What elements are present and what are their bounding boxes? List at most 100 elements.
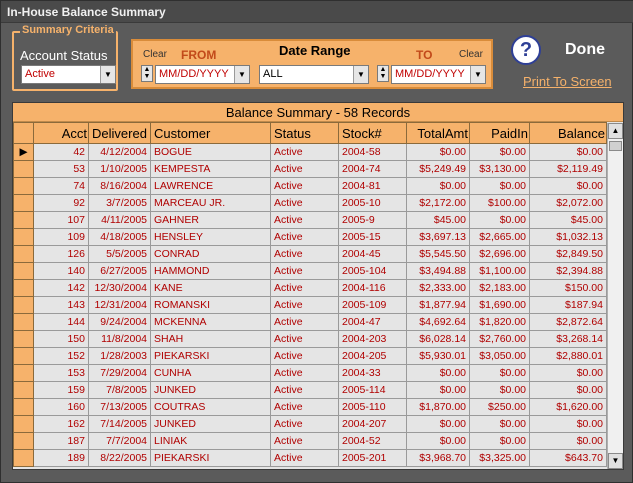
column-header-acct[interactable]: Acct [33, 122, 89, 144]
table-row[interactable]: 159 7/8/2005 JUNKED Active 2005-114 $0.00 $0.0… [13, 381, 607, 399]
to-date-input[interactable]: MM/DD/YYYY ▼ [391, 65, 486, 84]
print-to-screen-link[interactable]: Print To Screen [523, 74, 612, 89]
table-row[interactable]: 107 4/11/2005 GAHNER Active 2005-9 $45.00 $0.0… [13, 211, 607, 229]
table-cell[interactable]: Active [270, 296, 339, 314]
table-cell[interactable]: 2005-114 [338, 381, 407, 399]
table-cell[interactable]: $2,119.49 [529, 160, 607, 178]
row-selector[interactable] [13, 262, 34, 280]
table-cell[interactable]: Active [270, 194, 339, 212]
row-selector[interactable] [13, 177, 34, 195]
table-cell[interactable]: Active [270, 245, 339, 263]
table-cell[interactable]: Active [270, 160, 339, 178]
row-selector[interactable] [13, 432, 34, 450]
clear-from-button[interactable]: Clear [143, 49, 167, 60]
table-cell[interactable]: 2004-52 [338, 432, 407, 450]
table-cell[interactable]: 152 [33, 347, 89, 365]
table-cell[interactable]: 2004-203 [338, 330, 407, 348]
from-date-input[interactable]: MM/DD/YYYY ▼ [155, 65, 250, 84]
table-cell[interactable]: 6/27/2005 [88, 262, 151, 280]
chevron-down-icon[interactable]: ▼ [470, 66, 485, 83]
table-cell[interactable]: CONRAD [150, 245, 271, 263]
table-cell[interactable]: $5,930.01 [406, 347, 470, 365]
table-cell[interactable]: KANE [150, 279, 271, 297]
table-row[interactable]: 74 8/16/2004 LAWRENCE Active 2004-81 $0.00 $0.… [13, 177, 607, 195]
table-cell[interactable]: $1,690.00 [469, 296, 530, 314]
table-cell[interactable]: $1,877.94 [406, 296, 470, 314]
table-cell[interactable]: 2004-47 [338, 313, 407, 331]
table-cell[interactable]: $0.00 [529, 381, 607, 399]
chevron-down-icon[interactable]: ▼ [353, 66, 368, 83]
table-cell[interactable]: HAMMOND [150, 262, 271, 280]
table-cell[interactable]: $5,545.50 [406, 245, 470, 263]
table-cell[interactable]: Active [270, 398, 339, 416]
table-row[interactable]: 152 1/28/2003 PIEKARSKI Active 2004-205 $5,93… [13, 347, 607, 365]
table-cell[interactable]: $0.00 [406, 432, 470, 450]
table-cell[interactable]: 7/13/2005 [88, 398, 151, 416]
table-cell[interactable]: $2,760.00 [469, 330, 530, 348]
table-cell[interactable]: $3,268.14 [529, 330, 607, 348]
table-cell[interactable]: Active [270, 415, 339, 433]
table-cell[interactable]: $1,870.00 [406, 398, 470, 416]
table-cell[interactable]: Active [270, 177, 339, 195]
column-header-totalamt[interactable]: TotalAmt [406, 122, 470, 144]
table-cell[interactable]: 107 [33, 211, 89, 229]
table-cell[interactable]: 2004-74 [338, 160, 407, 178]
row-selector[interactable] [13, 415, 34, 433]
table-cell[interactable]: Active [270, 143, 339, 161]
table-cell[interactable]: 7/7/2004 [88, 432, 151, 450]
table-cell[interactable]: 142 [33, 279, 89, 297]
table-cell[interactable]: Active [270, 347, 339, 365]
table-row[interactable]: 189 8/22/2005 PIEKARSKI Active 2005-201 $3,96… [13, 449, 607, 467]
table-cell[interactable]: Active [270, 262, 339, 280]
table-cell[interactable]: $0.00 [469, 415, 530, 433]
table-cell[interactable]: CUNHA [150, 364, 271, 382]
table-cell[interactable]: COUTRAS [150, 398, 271, 416]
chevron-down-icon[interactable]: ▼ [100, 66, 115, 83]
row-selector[interactable] [13, 398, 34, 416]
table-cell[interactable]: 162 [33, 415, 89, 433]
table-row[interactable]: 142 12/30/2004 KANE Active 2004-116 $2,333.00… [13, 279, 607, 297]
column-header-status[interactable]: Status [270, 122, 339, 144]
table-cell[interactable]: 42 [33, 143, 89, 161]
table-cell[interactable]: $2,394.88 [529, 262, 607, 280]
table-cell[interactable]: 189 [33, 449, 89, 467]
table-cell[interactable]: 2005-110 [338, 398, 407, 416]
table-cell[interactable]: PIEKARSKI [150, 347, 271, 365]
table-cell[interactable]: $3,050.00 [469, 347, 530, 365]
table-cell[interactable]: $0.00 [529, 432, 607, 450]
current-row-indicator-icon[interactable]: ▶ [13, 143, 34, 161]
table-cell[interactable]: 160 [33, 398, 89, 416]
table-cell[interactable]: $3,130.00 [469, 160, 530, 178]
table-cell[interactable]: 1/28/2003 [88, 347, 151, 365]
vertical-scrollbar[interactable]: ▲ ▼ [607, 123, 623, 469]
table-cell[interactable]: Active [270, 228, 339, 246]
table-cell[interactable]: 143 [33, 296, 89, 314]
table-cell[interactable]: 2004-205 [338, 347, 407, 365]
date-range-select[interactable]: ALL ▼ [259, 65, 369, 84]
table-cell[interactable]: Active [270, 449, 339, 467]
to-date-spinner[interactable]: ▲ ▼ [377, 65, 389, 82]
done-button[interactable]: Done [565, 41, 605, 59]
table-cell[interactable]: $0.00 [469, 211, 530, 229]
row-selector[interactable] [13, 330, 34, 348]
table-cell[interactable]: 4/11/2005 [88, 211, 151, 229]
table-cell[interactable]: $4,692.64 [406, 313, 470, 331]
row-selector[interactable] [13, 160, 34, 178]
from-date-spinner[interactable]: ▲ ▼ [141, 65, 153, 82]
table-cell[interactable]: $2,880.01 [529, 347, 607, 365]
table-cell[interactable]: $0.00 [529, 177, 607, 195]
table-cell[interactable]: 2005-9 [338, 211, 407, 229]
table-row[interactable]: 92 3/7/2005 MARCEAU JR. Active 2005-10 $2,172… [13, 194, 607, 212]
table-cell[interactable]: $5,249.49 [406, 160, 470, 178]
row-selector[interactable] [13, 279, 34, 297]
table-cell[interactable]: Active [270, 279, 339, 297]
table-cell[interactable]: $0.00 [469, 381, 530, 399]
table-cell[interactable]: Active [270, 381, 339, 399]
table-cell[interactable]: $0.00 [406, 415, 470, 433]
table-row[interactable]: 153 7/29/2004 CUNHA Active 2004-33 $0.00 $0.00… [13, 364, 607, 382]
table-cell[interactable]: $1,032.13 [529, 228, 607, 246]
table-cell[interactable]: 2004-207 [338, 415, 407, 433]
table-cell[interactable]: $3,494.88 [406, 262, 470, 280]
table-cell[interactable]: $0.00 [529, 415, 607, 433]
table-cell[interactable]: 150 [33, 330, 89, 348]
